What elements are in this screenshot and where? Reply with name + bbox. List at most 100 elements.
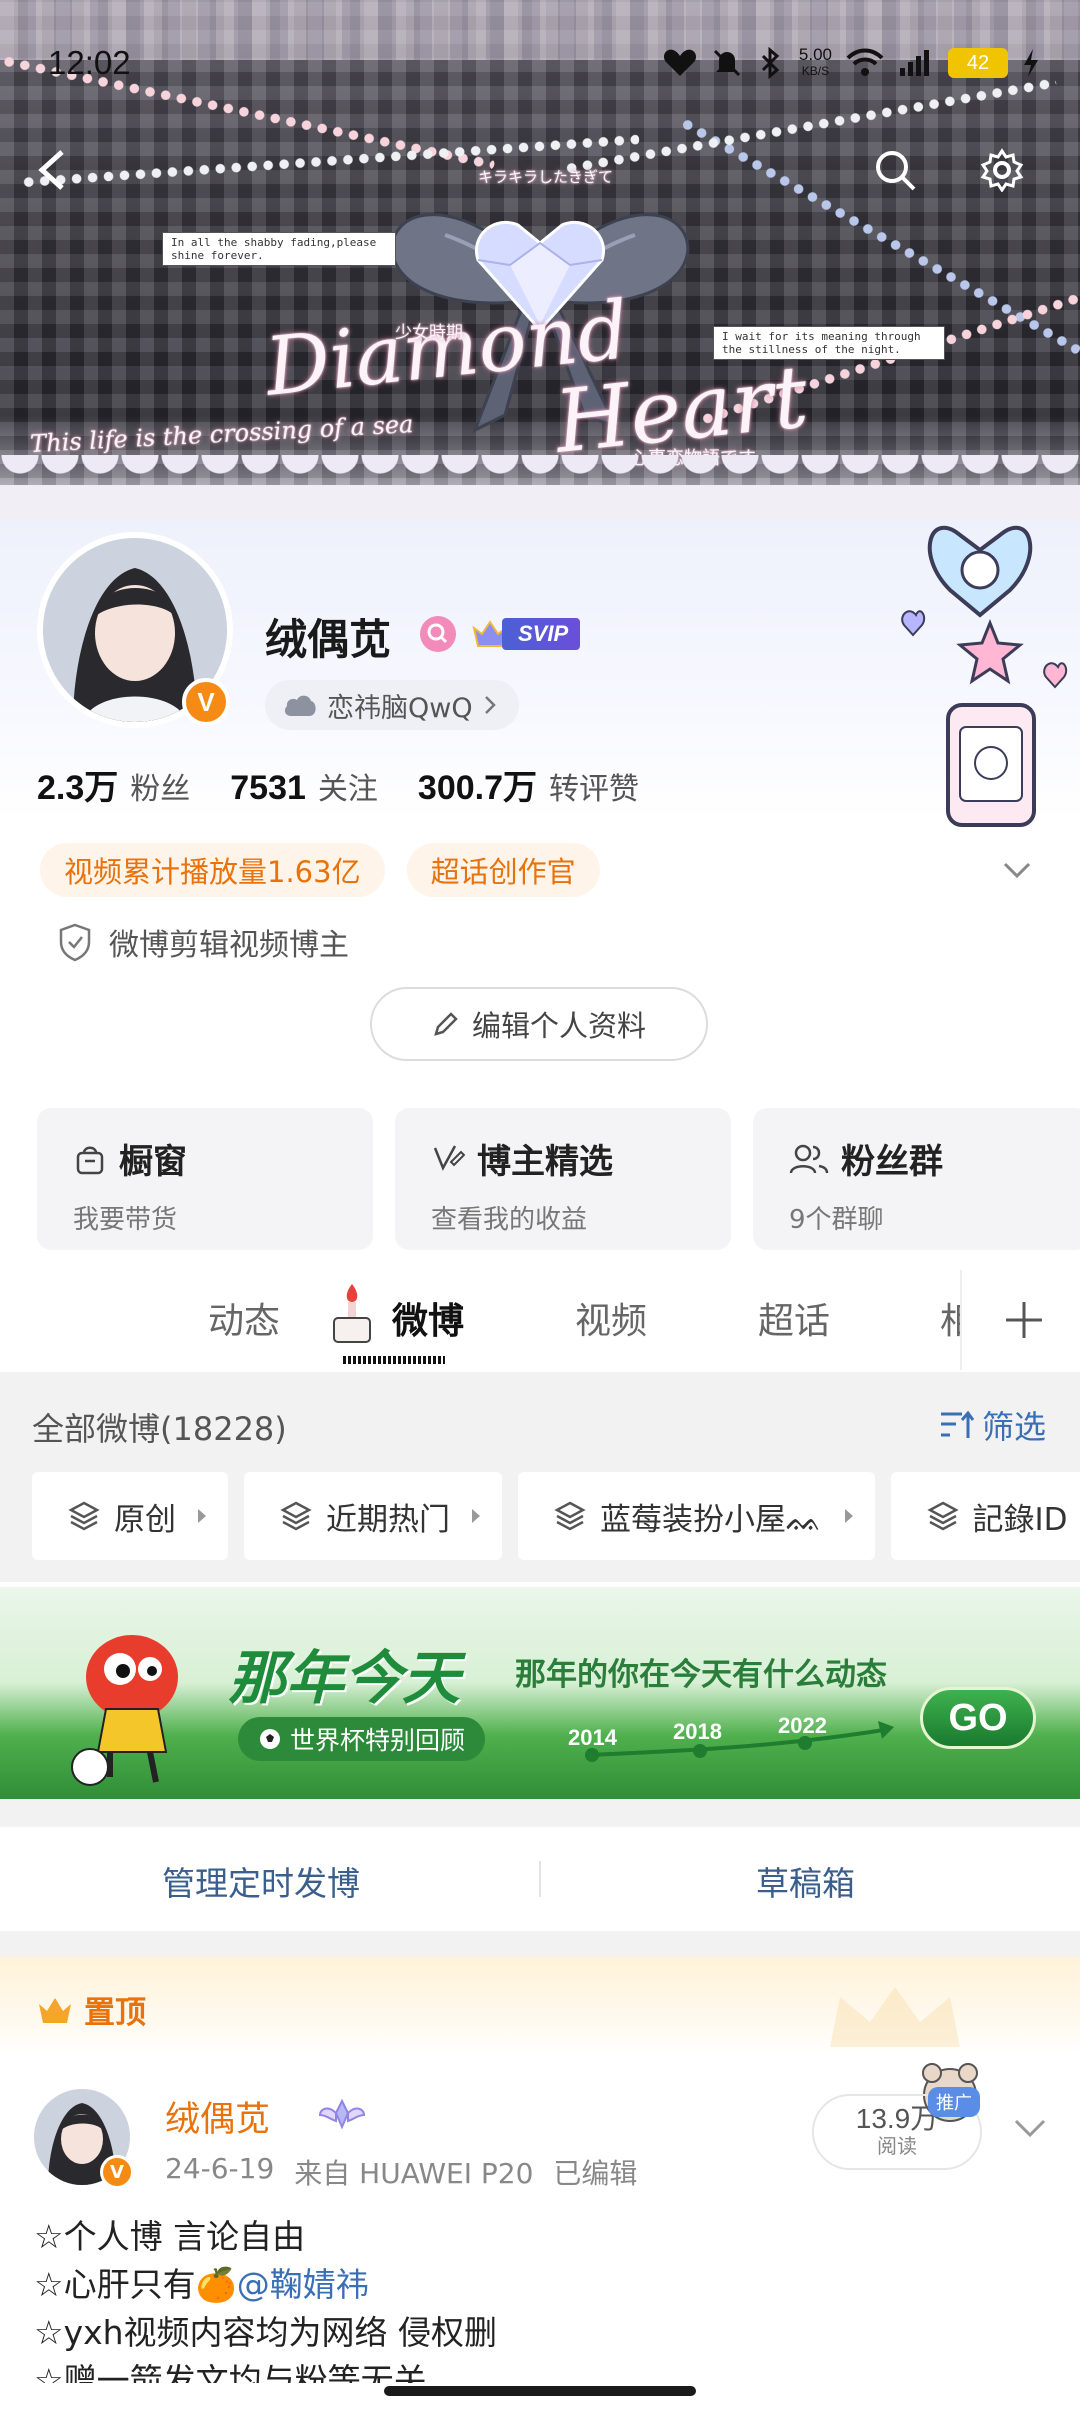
settings-button[interactable] — [972, 140, 1032, 200]
shop-bag-icon — [76, 1146, 104, 1174]
expand-profile-button[interactable] — [999, 852, 1035, 888]
net-speed-unit: KB/S — [801, 64, 830, 78]
add-tab-button[interactable] — [960, 1270, 1080, 1370]
banner-note-left: In all the shabby fading,please shine fo… — [162, 232, 396, 266]
birthday-cake-icon — [333, 1284, 371, 1343]
drafts-button[interactable]: 草稿箱 — [756, 1857, 855, 1905]
banner-art-sub-1: 少女時期 — [395, 323, 463, 343]
back-button[interactable] — [22, 140, 82, 200]
chip-label: 記錄ID — [972, 1501, 1068, 1538]
status-icons: 5.00 KB/S 42 — [663, 46, 1040, 80]
plus-icon — [1006, 1302, 1042, 1338]
manage-row: 管理定时发博 草稿箱 — [0, 1827, 1080, 1931]
chevron-down-icon — [1014, 2119, 1046, 2138]
service-cards: 橱窗 我要带货 博主精选 查看我的收益 粉丝群 9个群聊 — [37, 1108, 1080, 1250]
tab-video[interactable]: 视频 — [575, 1292, 647, 1344]
layers-icon — [926, 1501, 959, 1531]
post-verified-badge: V — [100, 2155, 134, 2189]
bluetooth-icon — [761, 47, 780, 79]
battery-icon: 42 — [948, 48, 1008, 78]
triangle-right-icon — [844, 1509, 853, 1523]
status-time: 12:02 — [48, 44, 131, 81]
card-fan-group[interactable]: 粉丝群 9个群聊 — [753, 1108, 1080, 1250]
promo-go-button[interactable]: GO — [920, 1687, 1036, 1749]
promote-tag[interactable]: 推广 — [928, 2087, 980, 2117]
all-weibo-count: 全部微博(18228) — [32, 1410, 287, 1448]
tab-super-topic[interactable]: 超话 — [758, 1292, 830, 1344]
post-line: ☆赠一箭发文均与粉等无关 — [34, 2361, 427, 2383]
check-edit-icon — [433, 1144, 465, 1171]
card-title: 橱窗 — [119, 1142, 187, 1182]
magnifier-badge-icon — [427, 623, 448, 644]
stat-following[interactable]: 7531 关注 — [230, 764, 378, 808]
post-line-with-mention: ☆心肝只有🍊@鞠婧祎 — [34, 2261, 497, 2309]
chip-record-id[interactable]: 記錄ID — [890, 1472, 1080, 1560]
charging-icon — [1024, 49, 1038, 77]
scheduled-posts-button[interactable]: 管理定时发博 — [162, 1857, 360, 1905]
stat-label: 关注 — [317, 772, 378, 807]
tab-weibo[interactable]: 微博 — [392, 1292, 464, 1344]
stat-followers[interactable]: 2.3万 粉丝 — [37, 760, 190, 809]
mention-link[interactable]: @鞠婧祎 — [237, 2265, 369, 2304]
post-more-button[interactable] — [1010, 2107, 1050, 2147]
search-icon — [876, 151, 916, 191]
chip-original[interactable]: 原创 — [32, 1472, 228, 1560]
stat-label: 转评赞 — [549, 772, 639, 807]
filter-button[interactable]: 筛选 — [938, 1402, 1046, 1448]
tag-super-topic-creator[interactable]: 超话创作官 — [406, 843, 600, 897]
section-gap — [0, 1931, 1080, 1957]
triangle-right-icon — [198, 1509, 206, 1523]
stat-likes[interactable]: 300.7万 转评赞 — [418, 760, 639, 809]
wifi-icon — [846, 48, 884, 76]
certification-row[interactable]: 微博剪辑视频博主 — [57, 920, 349, 964]
home-indicator — [384, 2386, 696, 2396]
edit-profile-label: 编辑个人资料 — [471, 1009, 646, 1043]
edit-profile-button[interactable]: 编辑个人资料 — [370, 987, 708, 1061]
post-author[interactable]: 绒偶苋 — [165, 2091, 270, 2142]
chip-recent-hot[interactable]: 近期热门 — [244, 1472, 502, 1560]
divider — [539, 1861, 541, 1897]
svip-badge[interactable]: SVIP — [470, 612, 581, 656]
certification-label: 微博剪辑视频博主 — [109, 928, 349, 963]
pinned-header: 置顶 — [0, 1957, 1080, 2053]
super-topic-label: 恋祎脑QwQ — [327, 692, 473, 724]
section-gap — [0, 1799, 1080, 1827]
card-title: 粉丝群 — [841, 1142, 943, 1182]
mute-icon — [713, 49, 740, 77]
chevron-down-icon — [1003, 862, 1031, 879]
sort-filter-icon — [940, 1410, 974, 1438]
memory-promo-banner[interactable]: 那年今天 那年的你在今天有什么动态 世界杯特别回顾 2014 2018 2022… — [0, 1587, 1080, 1799]
pinned-post[interactable]: 置顶 V 绒偶苋 24-6-19 来自 HUAWEI P20 已编辑 13.9万… — [0, 1957, 1080, 2414]
gear-icon — [980, 148, 1024, 192]
search-button[interactable] — [865, 140, 925, 200]
promo-year: 2022 — [778, 1713, 827, 1738]
group-icon — [789, 1144, 829, 1173]
card-creator-picks[interactable]: 博主精选 查看我的收益 — [395, 1108, 731, 1250]
layers-icon — [68, 1501, 100, 1531]
tab-activity[interactable]: 动态 — [208, 1292, 280, 1344]
search-badge[interactable] — [420, 616, 456, 652]
heart-icon — [663, 49, 696, 76]
tag-video-views[interactable]: 视频累计播放量1.63亿 — [40, 843, 385, 897]
weibo-mascot-icon — [71, 1635, 178, 1786]
crown-watermark-icon — [830, 1987, 960, 2047]
profile-nickname: 绒偶苋 — [265, 615, 392, 664]
post-content: ☆个人博 言论自由 ☆心肝只有🍊@鞠婧祎 ☆yxh视频内容均为网络 侵权删 ☆赠… — [34, 2213, 497, 2383]
chevron-left-icon — [38, 150, 64, 190]
signal-icon — [900, 50, 929, 76]
super-topic-pill[interactable]: 恋祎脑QwQ — [265, 680, 519, 730]
promo-subtitle: 那年的你在今天有什么动态 — [515, 1657, 887, 1693]
post-meta: 24-6-19 来自 HUAWEI P20 已编辑 — [165, 2152, 637, 2192]
crown-icon — [39, 1997, 71, 2023]
card-subtitle: 查看我的收益 — [431, 1205, 588, 1235]
stat-label: 粉丝 — [130, 772, 191, 807]
post-date: 24-6-19 — [165, 2152, 275, 2185]
promo-pill-label: 世界杯特别回顾 — [290, 1726, 466, 1755]
card-showcase[interactable]: 橱窗 我要带货 — [37, 1108, 373, 1250]
pencil-icon — [434, 1012, 458, 1036]
promo-year: 2014 — [568, 1725, 617, 1750]
chip-blueberry-house[interactable]: 蓝莓装扮小屋ᨐ — [518, 1472, 875, 1560]
banner-art-bottom: This life is the crossing of a sea — [29, 409, 415, 459]
filter-chips: 原创 近期热门 蓝莓装扮小屋ᨐ 記錄ID — [32, 1472, 1080, 1560]
triangle-right-icon — [472, 1509, 480, 1523]
